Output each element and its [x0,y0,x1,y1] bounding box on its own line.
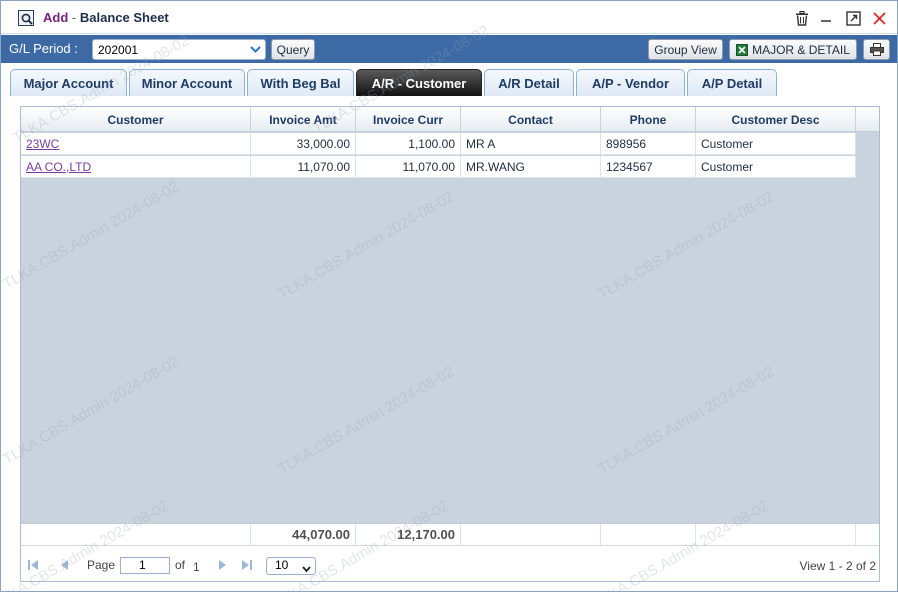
tab-ap-vendor[interactable]: A/P - Vendor [576,69,685,96]
balance-sheet-window: Add - Balance Sheet G/L Period : 202001 … [0,0,898,592]
window-title: Add - Balance Sheet [43,10,169,25]
title-separator: - [71,10,77,25]
major-detail-button[interactable]: MAJOR & DETAIL [729,39,857,60]
watermark: TLKA.CBS.Admin 2024-08-02 [270,497,452,592]
table-row[interactable]: 23WC 33,000.00 1,100.00 MR A 898956 Cust… [21,133,856,155]
contact-cell: MR.WANG [461,156,601,178]
watermark: TLKA.CBS.Admin 2024-08-02 [275,363,457,478]
page-number-input[interactable]: 1 [120,557,170,574]
customer-cell[interactable]: AA CO.,LTD [21,156,251,178]
totals-empty-cell [461,524,601,545]
title-bar: Add - Balance Sheet [1,1,897,34]
customer-grid: Customer Invoice Amt Invoice Curr Contac… [0,106,880,592]
group-view-button[interactable]: Group View [648,39,723,60]
watermark: TLKA.CBS.Admin 2024-08-02 [275,188,457,303]
rows-per-page-select[interactable]: 10 [266,557,316,575]
phone-cell: 898956 [601,133,696,155]
title-action: Add [43,10,69,25]
column-header-customer-desc[interactable]: Customer Desc [696,107,856,132]
pager: Page 1 of 1 10 TLKA.CBS.Admin 2024-08-02… [0,497,879,592]
watermark: TLKA.CBS.Admin 2024-08-02 [595,363,777,478]
prev-page-icon[interactable] [58,559,70,571]
customer-link[interactable]: 23WC [26,137,59,151]
invoice-curr-cell: 1,100.00 [356,133,461,155]
watermark: TLKA.CBS.Admin 2024-08-02 [0,178,182,293]
table-row[interactable]: AA CO.,LTD 11,070.00 11,070.00 MR.WANG 1… [21,156,856,178]
customer-cell[interactable]: 23WC [21,133,251,155]
watermark: TLKA.CBS.Admin 2024-08-02 [0,497,172,592]
totals-empty-cell [21,524,251,545]
excel-icon [736,43,749,56]
rows-per-page-value: 10 [275,558,289,572]
view-range-text: View 1 - 2 of 2 [799,559,877,573]
contact-cell: MR A [461,133,601,155]
watermark: TLKA.CBS.Admin 2024-08-02 [590,497,772,592]
gl-period-value: 202001 [98,43,139,57]
total-pages: 1 [193,560,200,574]
grid-header: Customer Invoice Amt Invoice Curr Contac… [21,107,879,132]
totals-empty-cell [601,524,696,545]
major-detail-label: MAJOR & DETAIL [752,42,850,57]
minimize-icon[interactable] [817,9,835,27]
invoice-amt-cell: 11,070.00 [251,156,356,178]
phone-cell: 1234567 [601,156,696,178]
tab-ap-detail[interactable]: A/P Detail [687,69,777,96]
invoice-amt-cell: 33,000.00 [251,133,356,155]
tab-ar-customer[interactable]: A/R - Customer [356,69,482,96]
maximize-icon[interactable] [844,9,862,27]
print-icon[interactable] [863,39,890,60]
chevron-down-icon [302,562,311,576]
first-page-icon[interactable] [27,559,39,571]
next-page-icon[interactable] [217,559,229,571]
close-icon[interactable] [870,9,888,27]
column-header-invoice-curr[interactable]: Invoice Curr [356,107,461,132]
tab-major-account[interactable]: Major Account [10,69,127,96]
watermark: TLKA.CBS.Admin 2024-08-02 [0,353,182,468]
tab-with-beg-bal[interactable]: With Beg Bal [247,69,354,96]
toolbar: G/L Period : 202001 Query Group View MAJ… [1,35,897,63]
total-invoice-curr: 12,170.00 [356,524,461,545]
gl-period-label: G/L Period : [9,41,78,56]
column-header-customer[interactable]: Customer [21,107,251,132]
of-label: of [175,558,186,572]
watermark: TLKA.CBS.Admin 2024-08-02 [595,188,777,303]
column-header-invoice-amt[interactable]: Invoice Amt [251,107,356,132]
tab-minor-account[interactable]: Minor Account [129,69,245,96]
column-header-contact[interactable]: Contact [461,107,601,132]
trash-icon[interactable] [793,9,811,27]
tab-bar: Major Account Minor Account With Beg Bal… [1,63,897,96]
gl-period-select[interactable]: 202001 [92,39,266,60]
customer-desc-cell: Customer [696,133,856,155]
totals-empty-cell [696,524,856,545]
title-name: Balance Sheet [79,10,169,25]
tab-ar-detail[interactable]: A/R Detail [484,69,574,96]
customer-desc-cell: Customer [696,156,856,178]
chevron-down-icon[interactable] [245,40,265,59]
totals-row: 44,070.00 12,170.00 [21,523,879,545]
column-header-phone[interactable]: Phone [601,107,696,132]
total-invoice-amt: 44,070.00 [251,524,356,545]
page-label: Page [87,558,116,572]
query-button[interactable]: Query [271,39,315,60]
last-page-icon[interactable] [241,559,253,571]
invoice-curr-cell: 11,070.00 [356,156,461,178]
customer-link[interactable]: AA CO.,LTD [26,160,91,174]
document-search-icon [18,10,34,26]
